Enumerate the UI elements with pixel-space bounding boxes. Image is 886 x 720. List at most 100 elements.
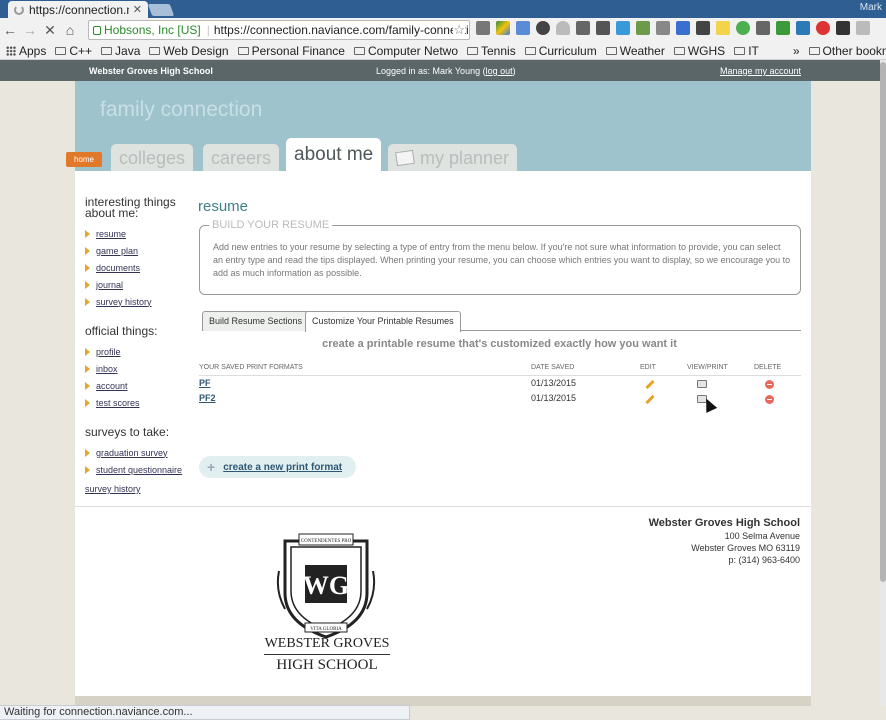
delete-icon[interactable] bbox=[765, 395, 774, 404]
logout-link[interactable]: log out bbox=[486, 66, 513, 76]
tab-about-me[interactable]: about me bbox=[286, 138, 382, 171]
sidebar-item-inbox[interactable]: inbox bbox=[85, 360, 195, 377]
leaf-icon[interactable] bbox=[776, 21, 790, 35]
k-icon[interactable] bbox=[836, 21, 850, 35]
build-resume-text: Add new entries to your resume by select… bbox=[213, 242, 791, 278]
stop-icon[interactable]: ✕ bbox=[40, 22, 60, 39]
bookmark-folder[interactable]: C++ bbox=[55, 44, 92, 58]
grid-icon[interactable] bbox=[696, 21, 710, 35]
print-format-link[interactable]: PF2 bbox=[199, 393, 216, 403]
location-icon[interactable] bbox=[736, 21, 750, 35]
forward-arrow-icon[interactable]: → bbox=[20, 22, 40, 38]
sidebar-item-game-plan[interactable]: game plan bbox=[85, 242, 195, 259]
tab-my-planner[interactable]: my planner bbox=[388, 144, 518, 171]
extension-icon[interactable] bbox=[656, 21, 670, 35]
notes-icon[interactable] bbox=[716, 21, 730, 35]
site-topbar: Webster Groves High School Logged in as:… bbox=[0, 60, 880, 81]
translate-icon[interactable] bbox=[516, 21, 530, 35]
tab-customize-printable-resumes[interactable]: Customize Your Printable Resumes bbox=[305, 311, 461, 332]
tab-careers[interactable]: careers bbox=[203, 144, 280, 171]
bookmark-folder[interactable]: Other bookmarks bbox=[808, 44, 886, 58]
bookmark-label: Apps bbox=[19, 43, 47, 58]
bookmark-folder[interactable]: IT bbox=[734, 44, 759, 58]
bookmark-folder[interactable]: WGHS bbox=[673, 44, 725, 58]
sidebar-heading: official things: bbox=[85, 324, 158, 338]
bookmark-folder[interactable]: Java bbox=[101, 44, 140, 58]
arrow-right-icon bbox=[85, 347, 90, 356]
calendar-icon[interactable] bbox=[676, 21, 690, 35]
pencil-icon[interactable] bbox=[645, 394, 655, 405]
printer-icon[interactable] bbox=[697, 380, 707, 388]
bookmark-apps[interactable]: Apps bbox=[6, 44, 46, 58]
home-tab[interactable]: home bbox=[66, 152, 102, 167]
arrow-right-icon bbox=[85, 398, 90, 407]
print-format-link[interactable]: PF bbox=[199, 378, 211, 388]
bookmark-folder[interactable]: Personal Finance bbox=[237, 43, 345, 58]
home-icon[interactable]: ⌂ bbox=[60, 22, 80, 38]
folder-icon bbox=[734, 46, 746, 55]
sidebar-item-label: resume bbox=[96, 228, 127, 239]
table-row: PF 01/13/2015 bbox=[199, 376, 801, 391]
arrow-right-icon bbox=[85, 280, 90, 289]
crest-motto-top: CONTENDENTES PRO bbox=[301, 539, 352, 544]
sidebar-item-profile[interactable]: profile bbox=[85, 343, 195, 360]
school-address: Webster Groves High School 100 Selma Ave… bbox=[649, 516, 800, 566]
manage-account-link[interactable]: Manage my account bbox=[720, 66, 801, 76]
twitter-icon[interactable] bbox=[616, 21, 630, 35]
pencil-icon[interactable] bbox=[645, 379, 655, 390]
bookmark-folder[interactable]: Computer Netwo bbox=[353, 44, 458, 58]
apps-grid-icon[interactable] bbox=[596, 21, 610, 35]
sidebar-item-journal[interactable]: journal bbox=[85, 276, 195, 293]
tab-colleges[interactable]: colleges bbox=[111, 144, 194, 171]
browser-tab[interactable]: https://connection.n ✕ bbox=[8, 1, 148, 18]
ev-certificate-badge[interactable]: Hobsons, Inc [US] bbox=[89, 23, 205, 37]
browser-user[interactable]: Mark bbox=[860, 2, 882, 13]
sidebar-item-resume[interactable]: resume bbox=[85, 225, 195, 242]
bookmark-folder[interactable]: Tennis bbox=[467, 44, 516, 58]
plus-icon: + bbox=[207, 459, 216, 475]
create-print-format-button[interactable]: + create a new print format bbox=[199, 456, 356, 478]
resume-subtabs: Build Resume Sections Customize Your Pri… bbox=[202, 311, 801, 332]
sidebar: interesting things about me: resume game… bbox=[85, 196, 195, 494]
sidebar-item-graduation-survey[interactable]: graduation survey bbox=[85, 444, 195, 461]
ev-separator: | bbox=[206, 23, 210, 37]
menu-icon[interactable] bbox=[856, 21, 870, 35]
folder-icon bbox=[55, 46, 67, 55]
school-crest-logo: CONTENDENTES PRO WG VITA GLORIA bbox=[276, 533, 376, 639]
sidebar-item-survey-history[interactable]: survey history bbox=[85, 293, 195, 310]
delete-icon[interactable] bbox=[765, 380, 774, 389]
bookmark-folder[interactable]: Curriculum bbox=[524, 44, 597, 58]
page-scrollbar-thumb[interactable] bbox=[880, 62, 886, 582]
address-bar[interactable]: Hobsons, Inc [US] | https://connection.n… bbox=[88, 20, 470, 40]
close-icon[interactable]: ✕ bbox=[133, 3, 142, 16]
eyedropper-icon[interactable] bbox=[756, 21, 770, 35]
gear-icon[interactable] bbox=[536, 21, 550, 35]
bookmarks-overflow[interactable]: » bbox=[793, 44, 800, 58]
lastpass-icon[interactable] bbox=[816, 21, 830, 35]
google-drive-icon[interactable] bbox=[496, 21, 510, 35]
sidebar-item-student-questionnaire[interactable]: student questionnaire bbox=[85, 461, 195, 478]
apps-icon bbox=[6, 45, 16, 56]
evernote-icon[interactable] bbox=[636, 21, 650, 35]
arrow-right-icon bbox=[85, 381, 90, 390]
extension-icon[interactable] bbox=[476, 21, 490, 35]
sidebar-item-survey-history-plain[interactable]: survey history bbox=[85, 484, 195, 494]
bookmark-label: Personal Finance bbox=[251, 43, 345, 58]
bookmark-folder[interactable]: Web Design bbox=[149, 44, 229, 58]
bell-icon[interactable] bbox=[556, 21, 570, 35]
back-arrow-icon[interactable]: ← bbox=[0, 22, 20, 38]
customize-heading: create a printable resume that's customi… bbox=[322, 338, 677, 350]
sidebar-item-test-scores[interactable]: test scores bbox=[85, 394, 195, 411]
s-icon[interactable] bbox=[796, 21, 810, 35]
bookmark-folder[interactable]: Weather bbox=[605, 44, 665, 58]
bookmark-icon[interactable] bbox=[576, 21, 590, 35]
folder-icon bbox=[353, 46, 365, 55]
sidebar-item-account[interactable]: account bbox=[85, 377, 195, 394]
tab-build-resume-sections[interactable]: Build Resume Sections bbox=[202, 311, 310, 331]
folder-icon bbox=[101, 46, 113, 55]
bookmark-label: Tennis bbox=[481, 43, 516, 58]
browser-tab-title: https://connection.n bbox=[29, 2, 129, 17]
new-tab-button[interactable] bbox=[147, 4, 175, 16]
bookmark-star-icon[interactable]: ☆ bbox=[453, 22, 465, 38]
sidebar-item-documents[interactable]: documents bbox=[85, 259, 195, 276]
